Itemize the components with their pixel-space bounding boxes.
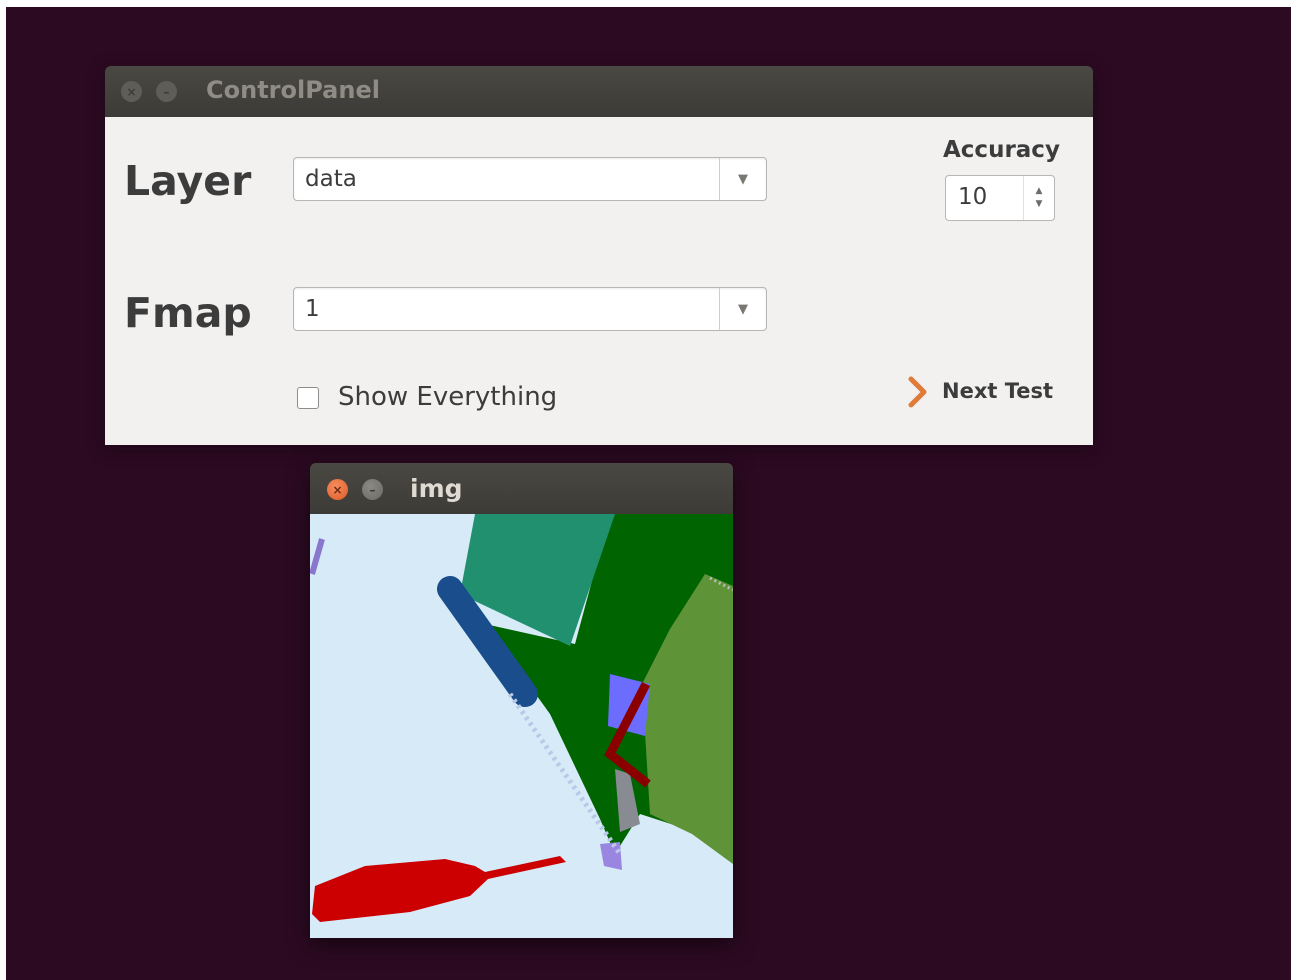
minimize-icon[interactable]: – [156,81,177,102]
show-everything-label[interactable]: Show Everything [338,382,557,412]
window-title: ControlPanel [206,76,380,104]
show-everything-checkbox[interactable] [297,387,319,409]
chevron-right-icon [908,376,927,408]
control-panel-window: × – ControlPanel Layer data ▼ Fmap 1 ▼ A… [105,66,1093,445]
chevron-down-icon[interactable]: ▼ [719,158,766,200]
img-titlebar[interactable]: × – img [310,463,733,514]
window-title: img [410,474,463,503]
close-icon[interactable]: × [327,479,348,500]
close-icon[interactable]: × [121,81,142,102]
fmap-label: Fmap [124,289,252,337]
chevron-down-icon[interactable]: ▼ [719,288,766,330]
fmap-combobox[interactable]: 1 ▼ [293,287,767,331]
layer-value: data [305,166,357,192]
next-test-button[interactable]: Next Test [905,376,1055,412]
minimize-icon[interactable]: – [362,479,383,500]
control-panel-client: Layer data ▼ Fmap 1 ▼ Accuracy 10 ▲ ▼ Sh… [105,117,1093,445]
spin-arrows-icon[interactable]: ▲ ▼ [1023,176,1054,220]
accuracy-label: Accuracy [943,137,1060,163]
next-test-label: Next Test [942,379,1054,403]
segmentation-image [310,514,733,938]
layer-label: Layer [124,157,252,205]
img-window: × – img [310,463,733,938]
layer-combobox[interactable]: data ▼ [293,157,767,201]
spin-up-icon[interactable]: ▲ [1036,185,1043,198]
accuracy-value: 10 [958,184,988,210]
control-panel-titlebar[interactable]: × – ControlPanel [105,66,1093,117]
segmentation-image-graphic [310,514,733,938]
spin-down-icon[interactable]: ▼ [1036,198,1043,211]
accuracy-spinbox[interactable]: 10 ▲ ▼ [945,175,1055,221]
fmap-value: 1 [305,296,320,322]
